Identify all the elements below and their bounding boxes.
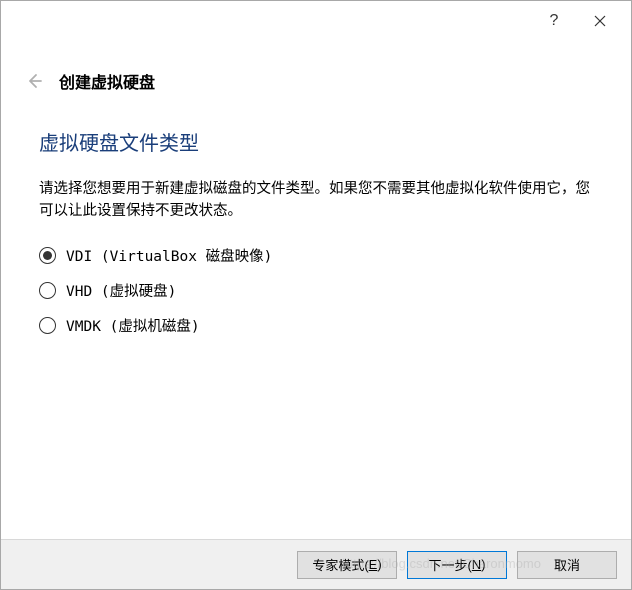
wizard-title: 创建虚拟硬盘 (59, 69, 155, 93)
expert-mode-button[interactable]: 专家模式(E) (297, 551, 397, 579)
close-icon (594, 15, 606, 27)
titlebar: ? (1, 1, 631, 41)
wizard-content: 虚拟硬盘文件类型 请选择您想要用于新建虚拟磁盘的文件类型。如果您不需要其他虚拟化… (1, 105, 631, 336)
radio-indicator (39, 317, 56, 334)
radio-label: VDI (VirtualBox 磁盘映像) (66, 245, 272, 266)
description-text: 请选择您想要用于新建虚拟磁盘的文件类型。如果您不需要其他虚拟化软件使用它，您可以… (39, 178, 593, 223)
cancel-button[interactable]: 取消 (517, 551, 617, 579)
radio-indicator (39, 247, 56, 264)
back-button[interactable] (25, 72, 43, 90)
radio-indicator (39, 282, 56, 299)
radio-option-vhd[interactable]: VHD (虚拟硬盘) (39, 280, 593, 301)
disk-type-radio-group: VDI (VirtualBox 磁盘映像) VHD (虚拟硬盘) VMDK (虚… (39, 245, 593, 336)
wizard-header: 创建虚拟硬盘 (1, 41, 631, 105)
arrow-left-icon (25, 72, 43, 90)
radio-option-vmdk[interactable]: VMDK (虚拟机磁盘) (39, 315, 593, 336)
next-button[interactable]: 下一步(N) (407, 551, 507, 579)
radio-label: VHD (虚拟硬盘) (66, 280, 176, 301)
radio-option-vdi[interactable]: VDI (VirtualBox 磁盘映像) (39, 245, 593, 266)
help-button[interactable]: ? (531, 5, 577, 37)
wizard-footer: 专家模式(E) 下一步(N) 取消 (1, 539, 631, 589)
radio-label: VMDK (虚拟机磁盘) (66, 315, 200, 336)
section-title: 虚拟硬盘文件类型 (39, 127, 593, 156)
close-button[interactable] (577, 5, 623, 37)
